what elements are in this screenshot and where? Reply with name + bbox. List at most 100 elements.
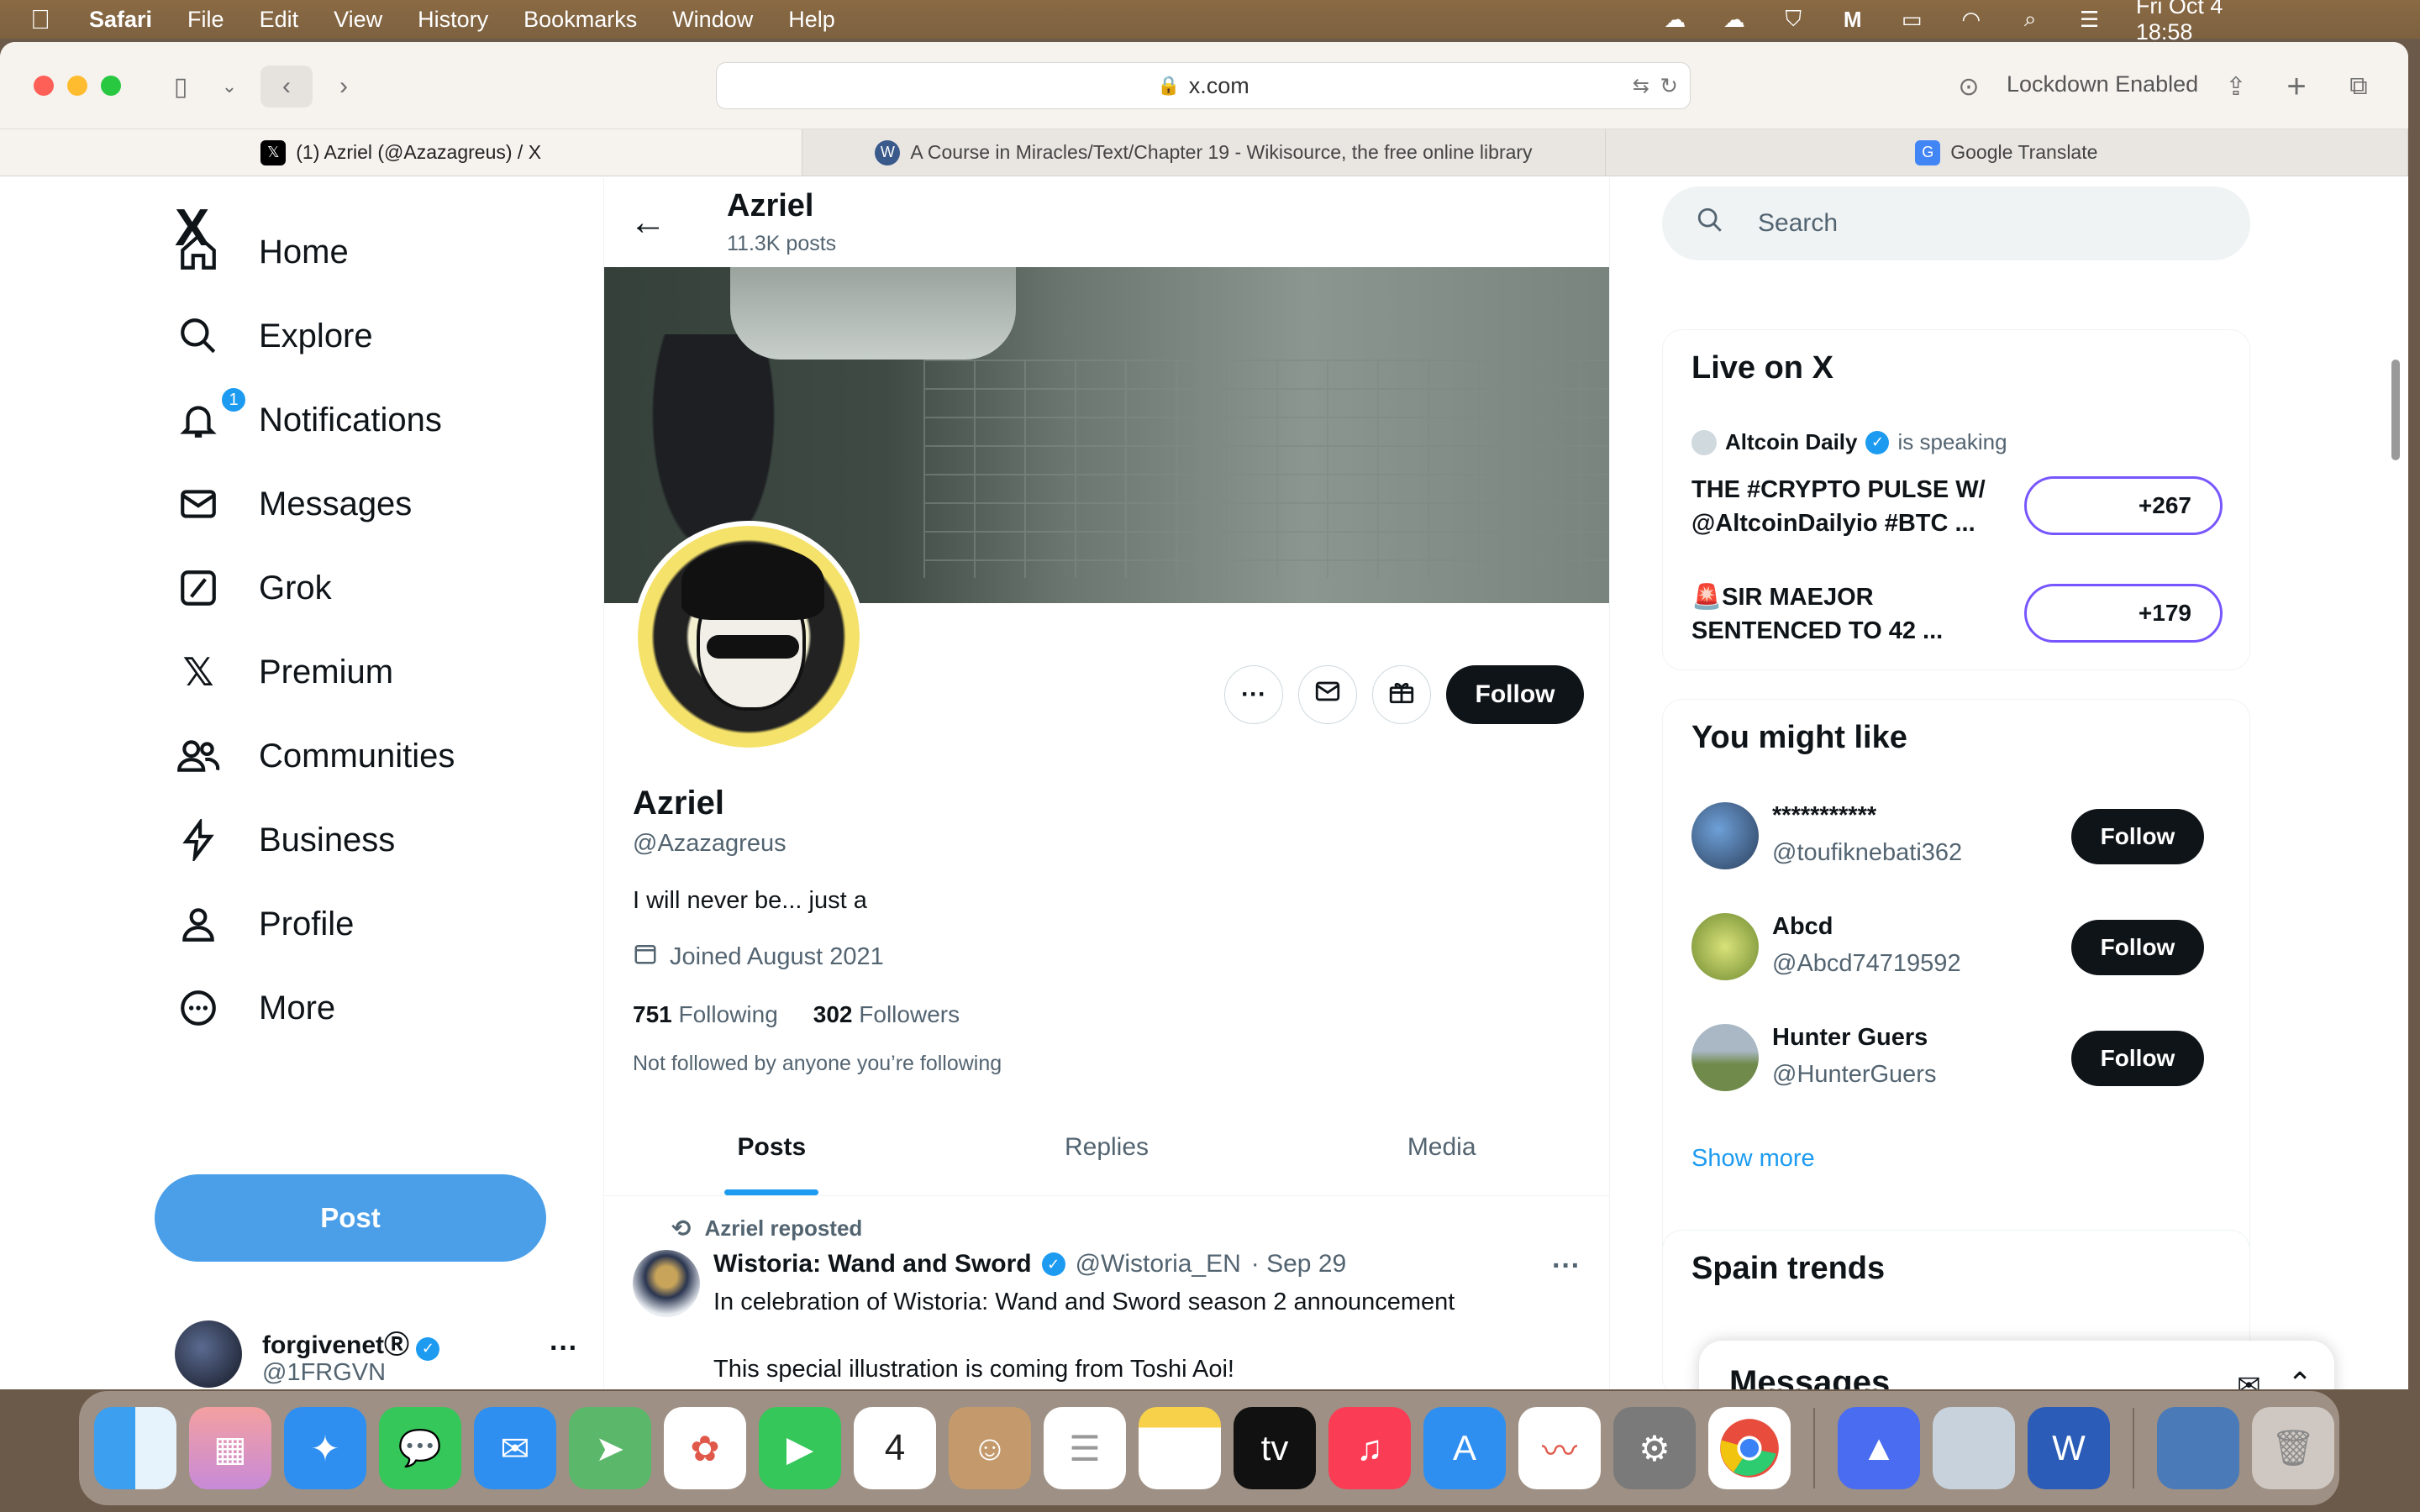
maps-icon[interactable]: ➤ xyxy=(569,1407,651,1489)
spotlight-search-icon[interactable]: ⌕ xyxy=(2018,6,2043,32)
system-settings-icon[interactable]: ⚙ xyxy=(1613,1407,1696,1489)
chevron-up-icon[interactable]: ⌃ xyxy=(2287,1366,2312,1389)
menu-help[interactable]: Help xyxy=(788,7,835,33)
wifi-icon[interactable]: ◠ xyxy=(1958,7,1983,32)
photos-icon[interactable]: ✿ xyxy=(664,1407,746,1489)
list-item[interactable]: Hunter Guers @HunterGuers Follow xyxy=(1691,1024,2229,1091)
apple-tv-icon[interactable]: tv xyxy=(1234,1407,1316,1489)
space-listeners-pill[interactable]: +179 xyxy=(2024,584,2223,643)
trash-icon[interactable]: 🗑 xyxy=(2252,1407,2334,1489)
nav-communities[interactable]: Communities xyxy=(175,732,455,780)
chrome-icon[interactable] xyxy=(1708,1407,1791,1489)
cloud-icon[interactable]: ☁ xyxy=(1662,7,1687,32)
message-button[interactable] xyxy=(1298,665,1357,724)
tab-replies[interactable]: Replies xyxy=(939,1099,1275,1195)
safari-icon[interactable]: ✦ xyxy=(284,1407,366,1489)
back-arrow-icon[interactable]: ← xyxy=(629,202,666,244)
app-store-icon[interactable]: A xyxy=(1423,1407,1506,1489)
menu-view[interactable]: View xyxy=(334,7,382,33)
follow-button[interactable]: Follow xyxy=(2071,809,2204,864)
new-tab-icon[interactable]: + xyxy=(2275,66,2317,108)
nav-more[interactable]: More xyxy=(175,984,335,1032)
nav-profile[interactable]: Profile xyxy=(175,900,354,948)
control-center-icon[interactable]: ☰ xyxy=(2076,7,2102,32)
nav-home[interactable]: Home xyxy=(175,228,349,276)
vpn-app-icon[interactable]: ▲ xyxy=(1838,1407,1920,1489)
list-item[interactable]: *********** @toufiknebati362 Follow xyxy=(1691,802,2229,869)
downloads-icon[interactable]: ⊙ xyxy=(1948,66,1990,108)
tab-x-profile[interactable]: 𝕏 (1) Azriel (@Azazagreus) / X xyxy=(0,129,803,176)
nav-explore[interactable]: Explore xyxy=(175,312,373,360)
space-title[interactable]: 🚨SIR MAEJOR SENTENCED TO 42 ... xyxy=(1691,580,2011,648)
more-dots-icon[interactable]: ··· xyxy=(1552,1250,1581,1283)
tab-posts[interactable]: Posts xyxy=(604,1099,939,1195)
close-window-button[interactable] xyxy=(34,76,54,96)
tweet-date[interactable]: · Sep 29 xyxy=(1251,1250,1346,1278)
repost-label[interactable]: Azriel reposted xyxy=(704,1215,862,1242)
downloads-folder-icon[interactable] xyxy=(2157,1407,2239,1489)
sidebar-toggle-icon[interactable]: ▯ xyxy=(160,66,202,108)
messages-drawer[interactable]: Messages ✉ ⌃ xyxy=(1699,1341,2334,1389)
tweet-handle[interactable]: @Wistoria_EN xyxy=(1076,1250,1241,1278)
space-title[interactable]: THE #CRYPTO PULSE W/ @AltcoinDailyio #BT… xyxy=(1691,473,2011,540)
back-button[interactable]: ‹ xyxy=(260,66,313,108)
nav-business[interactable]: Business xyxy=(175,816,395,864)
menu-app-name[interactable]: Safari xyxy=(89,7,152,33)
forward-button[interactable]: › xyxy=(323,66,365,108)
contacts-icon[interactable]: ☺ xyxy=(949,1407,1031,1489)
address-bar[interactable]: 🔒 x.com ⇆ ↻ xyxy=(716,62,1691,109)
messages-icon[interactable]: 💬 xyxy=(379,1407,461,1489)
freeform-icon[interactable]: 〰 xyxy=(1518,1407,1601,1489)
launchpad-icon[interactable]: ▦ xyxy=(189,1407,271,1489)
mail-icon[interactable]: ✉ xyxy=(474,1407,556,1489)
reminders-icon[interactable]: ☰ xyxy=(1044,1407,1126,1489)
nav-notifications[interactable]: 1 Notifications xyxy=(175,386,442,444)
calendar-icon[interactable]: 4 xyxy=(854,1407,936,1489)
word-icon[interactable]: W xyxy=(2028,1407,2110,1489)
more-options-button[interactable]: ··· xyxy=(1224,665,1283,724)
account-switcher[interactable]: forgivenetⓇ ✓ @1FRGVN ··· xyxy=(175,1320,578,1388)
menu-window[interactable]: Window xyxy=(672,7,753,33)
live-speaker-row[interactable]: Altcoin Daily ✓ is speaking xyxy=(1691,429,2007,455)
followers-link[interactable]: 302 Followers xyxy=(813,1001,960,1028)
tweet-author[interactable]: Wistoria: Wand and Sword xyxy=(713,1250,1032,1278)
apple-icon[interactable]:  xyxy=(30,4,64,35)
menu-edit[interactable]: Edit xyxy=(260,7,299,33)
nav-messages[interactable]: Messages xyxy=(175,480,412,528)
profile-avatar[interactable] xyxy=(633,521,865,753)
tab-overview-icon[interactable]: ⧉ xyxy=(2338,66,2380,108)
music-icon[interactable]: ♫ xyxy=(1328,1407,1411,1489)
facetime-icon[interactable]: ▶ xyxy=(759,1407,841,1489)
m-app-icon[interactable]: M xyxy=(1839,7,1865,32)
battery-icon[interactable]: ▭ xyxy=(1899,7,1924,32)
space-listeners-pill[interactable]: +267 xyxy=(2024,476,2223,535)
avatar[interactable] xyxy=(633,1250,700,1317)
follow-button[interactable]: Follow xyxy=(1446,665,1584,724)
tweet[interactable]: ⟲ Azriel reposted Wistoria: Wand and Swo… xyxy=(604,1196,1609,1389)
new-message-icon[interactable]: ✉ xyxy=(2237,1369,2261,1389)
preview-icon[interactable] xyxy=(1933,1407,2015,1489)
post-button[interactable]: Post xyxy=(155,1174,546,1262)
minimize-window-button[interactable] xyxy=(67,76,87,96)
menu-bookmarks[interactable]: Bookmarks xyxy=(523,7,637,33)
list-item[interactable]: Abcd @Abcd74719592 Follow xyxy=(1691,913,2229,980)
gift-button[interactable] xyxy=(1372,665,1431,724)
finder-icon[interactable] xyxy=(94,1407,176,1489)
shield-icon[interactable]: ⛉ xyxy=(1781,6,1806,32)
chevron-down-icon[interactable]: ⌄ xyxy=(217,66,242,108)
tab-media[interactable]: Media xyxy=(1274,1099,1609,1195)
follow-button[interactable]: Follow xyxy=(2071,1031,2204,1086)
nav-grok[interactable]: Grok xyxy=(175,564,332,612)
tab-google-translate[interactable]: G Google Translate xyxy=(1606,129,2408,176)
menu-file[interactable]: File xyxy=(187,7,224,33)
tab-wikisource[interactable]: W A Course in Miracles/Text/Chapter 19 -… xyxy=(802,129,1606,176)
show-more-link[interactable]: Show more xyxy=(1691,1145,1815,1173)
notes-icon[interactable] xyxy=(1139,1407,1221,1489)
menu-clock[interactable]: Fri Oct 4 18:58 xyxy=(2136,0,2250,45)
share-icon[interactable]: ⇪ xyxy=(2215,66,2257,108)
cloud-off-icon[interactable]: ☁ xyxy=(1721,7,1746,32)
nav-premium[interactable]: 𝕏 Premium xyxy=(175,648,393,696)
zoom-window-button[interactable] xyxy=(101,76,121,96)
lockdown-status[interactable]: Lockdown Enabled xyxy=(2007,71,2198,97)
translate-icon[interactable]: ⇆ xyxy=(1633,74,1649,98)
